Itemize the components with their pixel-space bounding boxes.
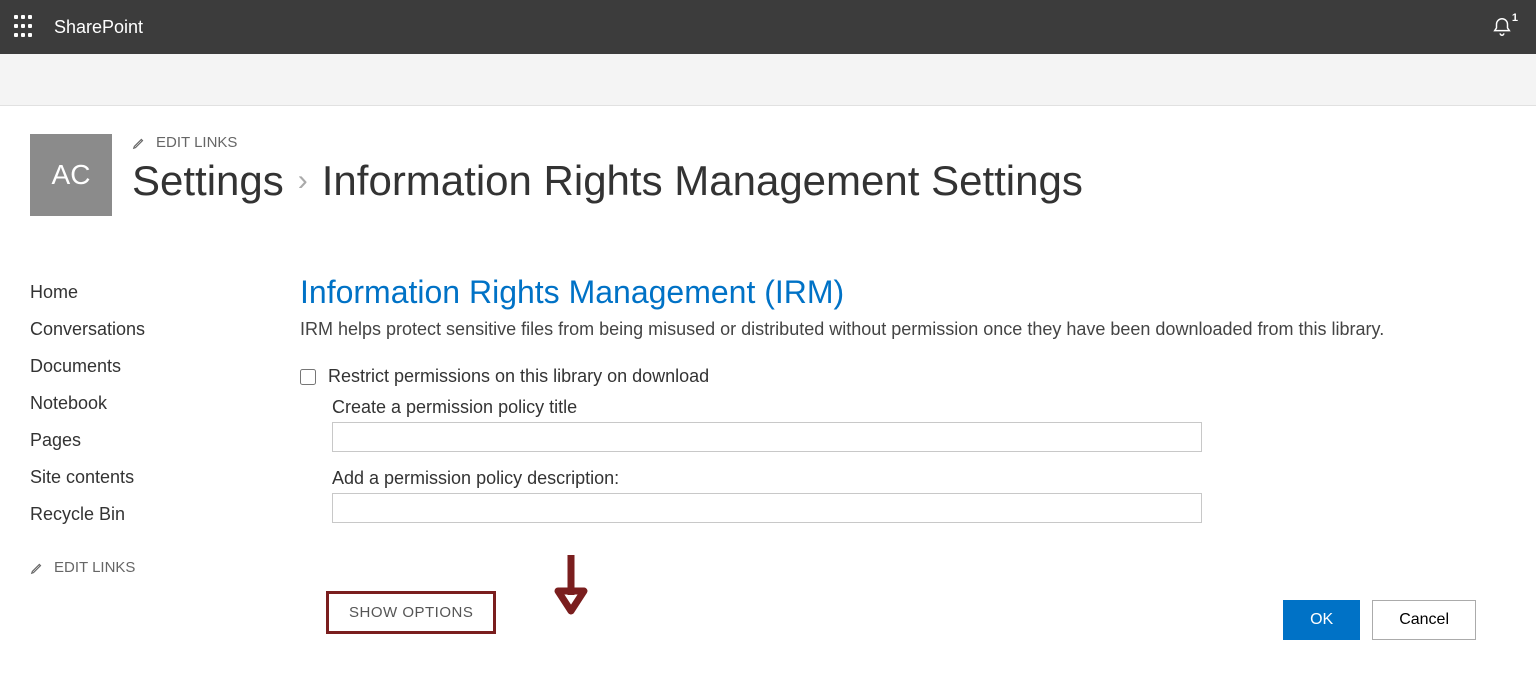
breadcrumb-parent[interactable]: Settings xyxy=(132,157,284,205)
policy-description-label: Add a permission policy description: xyxy=(332,468,1496,489)
nav-item-notebook[interactable]: Notebook xyxy=(30,385,260,422)
restrict-permissions-label: Restrict permissions on this library on … xyxy=(328,366,709,387)
policy-title-label: Create a permission policy title xyxy=(332,397,1496,418)
irm-heading: Information Rights Management (IRM) xyxy=(300,274,1496,311)
left-nav: Home Conversations Documents Notebook Pa… xyxy=(0,234,260,634)
page-title: Settings › Information Rights Management… xyxy=(132,157,1083,205)
site-logo[interactable]: AC xyxy=(30,134,112,216)
pencil-icon xyxy=(132,136,146,150)
edit-links-bottom-label: EDIT LINKS xyxy=(54,559,135,576)
annotation-arrow-icon xyxy=(550,551,592,617)
breadcrumb-separator-icon: › xyxy=(298,164,308,198)
ok-button[interactable]: OK xyxy=(1283,600,1360,640)
notifications-badge: 1 xyxy=(1510,11,1520,25)
breadcrumb-current: Information Rights Management Settings xyxy=(322,157,1083,205)
show-options-label: SHOW OPTIONS xyxy=(349,604,473,621)
dialog-buttons: OK Cancel xyxy=(1283,600,1476,640)
nav-item-conversations[interactable]: Conversations xyxy=(30,311,260,348)
app-brand: SharePoint xyxy=(54,17,143,38)
nav-item-site-contents[interactable]: Site contents xyxy=(30,459,260,496)
restrict-permissions-checkbox[interactable] xyxy=(300,369,316,385)
suite-bar: SharePoint 1 xyxy=(0,0,1536,54)
app-launcher-icon[interactable] xyxy=(14,15,38,39)
cancel-button[interactable]: Cancel xyxy=(1372,600,1476,640)
policy-title-input[interactable] xyxy=(332,422,1202,452)
policy-description-input[interactable] xyxy=(332,493,1202,523)
edit-links-top-label: EDIT LINKS xyxy=(156,134,237,151)
nav-item-recycle-bin[interactable]: Recycle Bin xyxy=(30,496,260,533)
edit-links-bottom[interactable]: EDIT LINKS xyxy=(30,559,260,576)
nav-item-documents[interactable]: Documents xyxy=(30,348,260,385)
ribbon-strip xyxy=(0,54,1536,106)
show-options-button[interactable]: SHOW OPTIONS xyxy=(326,591,496,634)
irm-description: IRM helps protect sensitive files from b… xyxy=(300,317,1496,342)
pencil-icon xyxy=(30,561,44,575)
nav-item-home[interactable]: Home xyxy=(30,274,260,311)
notifications-button[interactable]: 1 xyxy=(1488,13,1516,41)
main-content: Information Rights Management (IRM) IRM … xyxy=(260,234,1536,634)
nav-item-pages[interactable]: Pages xyxy=(30,422,260,459)
edit-links-top[interactable]: EDIT LINKS xyxy=(132,134,1083,151)
